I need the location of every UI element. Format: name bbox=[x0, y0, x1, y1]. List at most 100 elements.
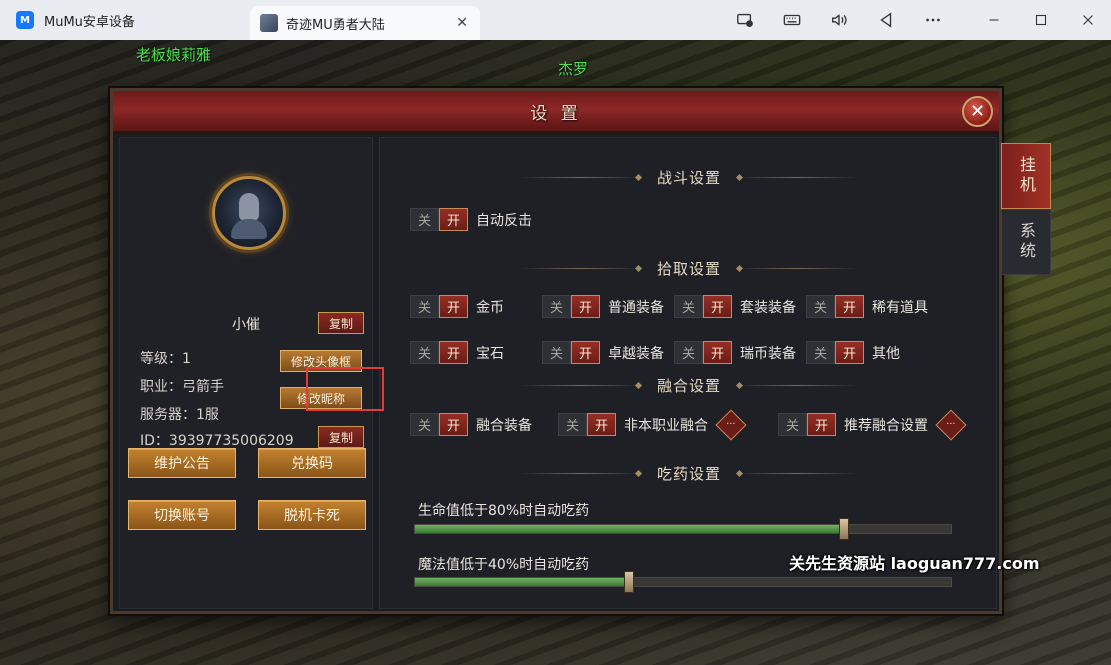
toggle-label: 稀有道具 bbox=[872, 299, 928, 316]
toggle-pickup-set-gear[interactable]: 关开 套装装备 bbox=[674, 295, 796, 318]
toggle-switch[interactable]: 关开 bbox=[410, 341, 468, 364]
close-dialog-button[interactable]: ✕ bbox=[962, 96, 993, 127]
toggle-pickup-gold[interactable]: 关开 金币 bbox=[410, 295, 504, 318]
toggle-on[interactable]: 开 bbox=[571, 341, 600, 364]
toggle-switch[interactable]: 关开 bbox=[806, 295, 864, 318]
dialog-title: 设 置 bbox=[530, 103, 582, 124]
hp-slider-label: 生命值低于80%时自动吃药 bbox=[418, 503, 590, 519]
toggle-off[interactable]: 关 bbox=[542, 341, 571, 364]
toggle-on[interactable]: 开 bbox=[807, 413, 836, 436]
redeem-code-button[interactable]: 兑换码 bbox=[258, 448, 366, 478]
toggle-on[interactable]: 开 bbox=[703, 295, 732, 318]
toggle-on[interactable]: 开 bbox=[835, 341, 864, 364]
toggle-switch[interactable]: 关开 bbox=[674, 341, 732, 364]
id-text: ID：39397735006209 bbox=[140, 433, 294, 449]
toggle-off[interactable]: 关 bbox=[410, 413, 439, 436]
slider-handle[interactable] bbox=[624, 571, 635, 593]
maximize-icon[interactable] bbox=[1017, 0, 1064, 40]
toggle-on[interactable]: 开 bbox=[439, 295, 468, 318]
tab-system[interactable]: 系统 bbox=[1001, 209, 1051, 275]
toggle-fusion-gear[interactable]: 关开 融合装备 bbox=[410, 413, 532, 436]
toggle-switch[interactable]: 关开 bbox=[558, 413, 616, 436]
toggle-pickup-normal-gear[interactable]: 关开 普通装备 bbox=[542, 295, 664, 318]
back-icon[interactable] bbox=[862, 0, 909, 40]
toggle-off[interactable]: 关 bbox=[410, 208, 439, 231]
toggle-label: 普通装备 bbox=[608, 299, 664, 316]
toggle-on[interactable]: 开 bbox=[835, 295, 864, 318]
toggle-off[interactable]: 关 bbox=[806, 341, 835, 364]
toggle-on[interactable]: 开 bbox=[439, 208, 468, 231]
toggle-switch[interactable]: 关开 bbox=[542, 341, 600, 364]
level-text: 等级：1 bbox=[140, 351, 191, 367]
unstuck-button[interactable]: 脱机卡死 bbox=[258, 500, 366, 530]
keyboard-icon[interactable] bbox=[768, 0, 815, 40]
toggle-on[interactable]: 开 bbox=[703, 341, 732, 364]
app-tab[interactable]: M MuMu安卓设备 bbox=[0, 0, 250, 40]
highlight-annotation bbox=[306, 367, 384, 411]
toggle-fusion-other-class[interactable]: 关开 非本职业融合 ··· bbox=[558, 408, 747, 441]
npc-name-landlady[interactable]: 老板娘莉雅 bbox=[136, 44, 211, 65]
tab-auto-battle[interactable]: 挂机 bbox=[1001, 143, 1051, 209]
close-window-icon[interactable] bbox=[1064, 0, 1111, 40]
toggle-switch[interactable]: 关开 bbox=[410, 295, 468, 318]
slider-handle[interactable] bbox=[838, 518, 849, 540]
toggle-off[interactable]: 关 bbox=[674, 341, 703, 364]
copy-id-button[interactable]: 复制 bbox=[318, 426, 364, 448]
divider bbox=[737, 268, 857, 269]
toggle-pickup-coin-gear[interactable]: 关开 瑞币装备 bbox=[674, 341, 796, 364]
combat-title-text: 战斗设置 bbox=[656, 169, 721, 187]
toggle-pickup-gems[interactable]: 关开 宝石 bbox=[410, 341, 504, 364]
toggle-off[interactable]: 关 bbox=[674, 295, 703, 318]
toggle-off[interactable]: 关 bbox=[542, 295, 571, 318]
divider bbox=[520, 473, 641, 474]
settings-dialog: 设 置 ✕ 小催 复制 等级：1 职业：弓箭手 服务器：1服 ID：393977… bbox=[110, 88, 1002, 614]
toggle-switch[interactable]: 关开 bbox=[410, 208, 468, 231]
game-tab[interactable]: 奇迹MU勇者大陆 ✕ bbox=[250, 6, 480, 40]
screen-record-icon[interactable] bbox=[721, 0, 768, 40]
switch-account-button[interactable]: 切换账号 bbox=[128, 500, 236, 530]
toggle-off[interactable]: 关 bbox=[410, 295, 439, 318]
avatar[interactable] bbox=[212, 176, 286, 250]
fusion-recommended-more-button[interactable]: ··· bbox=[935, 408, 967, 441]
toggle-label: 自动反击 bbox=[476, 212, 532, 229]
divider bbox=[737, 473, 857, 474]
toggle-label: 推荐融合设置 bbox=[844, 417, 928, 434]
toggle-on[interactable]: 开 bbox=[439, 413, 468, 436]
mp-potion-slider[interactable] bbox=[414, 571, 952, 593]
toggle-pickup-other[interactable]: 关开 其他 bbox=[806, 341, 900, 364]
toggle-switch[interactable]: 关开 bbox=[778, 413, 836, 436]
toggle-label: 融合装备 bbox=[476, 417, 532, 434]
more-icon[interactable] bbox=[909, 0, 956, 40]
toggle-off[interactable]: 关 bbox=[558, 413, 587, 436]
potion-section-title: 吃药设置 bbox=[380, 463, 998, 484]
toggle-pickup-rare-items[interactable]: 关开 稀有道具 bbox=[806, 295, 928, 318]
toggle-switch[interactable]: 关开 bbox=[542, 295, 600, 318]
potion-title-text: 吃药设置 bbox=[656, 465, 721, 483]
tab-close-icon[interactable]: ✕ bbox=[456, 15, 468, 31]
server-text: 服务器：1服 bbox=[140, 407, 219, 423]
settings-panel: 战斗设置 关开 自动反击 拾取设置 关开 金币 关开 普通装备 关开 套装装备 … bbox=[379, 137, 997, 609]
toggle-label: 套装装备 bbox=[740, 299, 796, 316]
fusion-other-class-more-button[interactable]: ··· bbox=[715, 408, 747, 441]
toggle-switch[interactable]: 关开 bbox=[806, 341, 864, 364]
toggle-off[interactable]: 关 bbox=[806, 295, 835, 318]
volume-icon[interactable] bbox=[815, 0, 862, 40]
toggle-on[interactable]: 开 bbox=[439, 341, 468, 364]
toggle-switch[interactable]: 关开 bbox=[410, 413, 468, 436]
toggle-on[interactable]: 开 bbox=[571, 295, 600, 318]
toggle-switch[interactable]: 关开 bbox=[674, 295, 732, 318]
side-tabs: 挂机 系统 bbox=[1001, 143, 1051, 275]
toggle-off[interactable]: 关 bbox=[410, 341, 439, 364]
pickup-title-text: 拾取设置 bbox=[656, 260, 721, 278]
toggle-auto-counter[interactable]: 关开 自动反击 bbox=[410, 208, 532, 231]
toggle-on[interactable]: 开 bbox=[587, 413, 616, 436]
hp-potion-slider[interactable] bbox=[414, 518, 952, 540]
notice-button[interactable]: 维护公告 bbox=[128, 448, 236, 478]
divider bbox=[737, 385, 857, 386]
minimize-icon[interactable] bbox=[970, 0, 1017, 40]
npc-name-jero[interactable]: 杰罗 bbox=[558, 58, 588, 79]
toggle-pickup-excellent-gear[interactable]: 关开 卓越装备 bbox=[542, 341, 664, 364]
toggle-off[interactable]: 关 bbox=[778, 413, 807, 436]
copy-name-button[interactable]: 复制 bbox=[318, 312, 364, 334]
toggle-fusion-recommended[interactable]: 关开 推荐融合设置 ··· bbox=[778, 408, 967, 441]
